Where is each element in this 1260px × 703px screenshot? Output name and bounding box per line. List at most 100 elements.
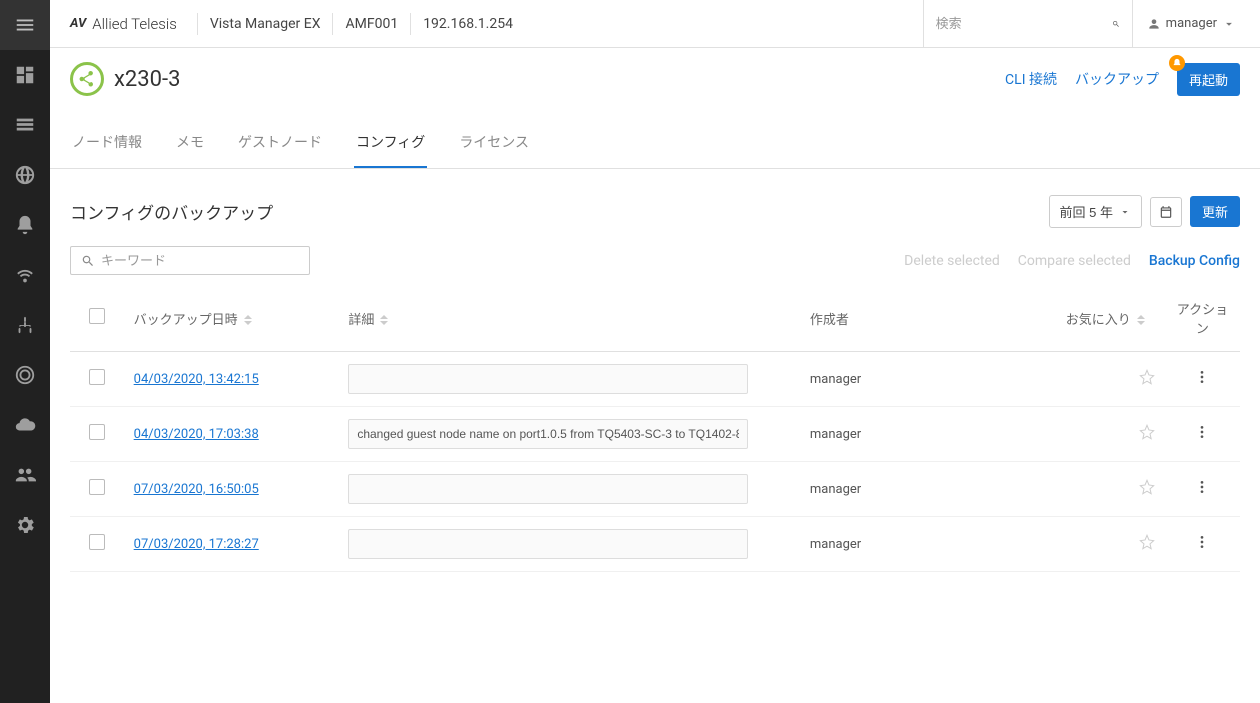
star-icon[interactable] bbox=[1139, 369, 1155, 385]
backup-date-link[interactable]: 04/03/2020, 17:03:38 bbox=[134, 427, 259, 442]
row-checkbox[interactable] bbox=[89, 424, 105, 440]
calendar-button[interactable] bbox=[1150, 197, 1182, 227]
star-icon[interactable] bbox=[1139, 534, 1155, 550]
col-creator: 作成者 bbox=[800, 285, 1036, 352]
select-all-checkbox[interactable] bbox=[89, 308, 105, 324]
cli-connect-link[interactable]: CLI 接続 bbox=[1005, 69, 1057, 89]
nav-hub[interactable] bbox=[0, 300, 50, 350]
bell-small-icon bbox=[1172, 58, 1182, 68]
detail-input[interactable] bbox=[348, 419, 748, 449]
creator-cell: manager bbox=[800, 352, 1036, 407]
tab-guest-node[interactable]: ゲストノード bbox=[236, 120, 324, 168]
nav-target[interactable] bbox=[0, 350, 50, 400]
user-name: manager bbox=[1166, 16, 1217, 31]
cloud-icon bbox=[14, 414, 36, 436]
creator-cell: manager bbox=[800, 517, 1036, 572]
node-title: x230-3 bbox=[114, 67, 180, 92]
detail-input[interactable] bbox=[348, 529, 748, 559]
sort-icon bbox=[1137, 315, 1145, 325]
row-menu-button[interactable] bbox=[1194, 424, 1210, 440]
nav-bell[interactable] bbox=[0, 200, 50, 250]
col-date[interactable]: バックアップ日時 bbox=[124, 285, 339, 352]
kebab-icon bbox=[1194, 479, 1210, 495]
globe-icon bbox=[14, 164, 36, 186]
share-icon bbox=[78, 70, 96, 88]
nav-users[interactable] bbox=[0, 450, 50, 500]
config-backup-section: コンフィグのバックアップ 前回 5 年 更新 Delete selected C… bbox=[50, 169, 1260, 572]
brand-logo: AV Allied Telesis bbox=[70, 15, 177, 33]
tab-memo[interactable]: メモ bbox=[174, 120, 206, 168]
node-actions: CLI 接続 バックアップ 再起動 bbox=[1005, 63, 1240, 96]
reboot-button[interactable]: 再起動 bbox=[1177, 63, 1240, 96]
row-checkbox[interactable] bbox=[89, 534, 105, 550]
page: x230-3 CLI 接続 バックアップ 再起動 ノード情報 メモ ゲストノード… bbox=[50, 48, 1260, 572]
star-icon[interactable] bbox=[1139, 479, 1155, 495]
tab-node-info[interactable]: ノード情報 bbox=[70, 120, 144, 168]
brand-mark: AV bbox=[70, 16, 92, 31]
backup-config-link[interactable]: Backup Config bbox=[1149, 253, 1240, 269]
tabs: ノード情報 メモ ゲストノード コンフィグ ライセンス bbox=[50, 120, 1260, 169]
reboot-label: 再起動 bbox=[1189, 73, 1228, 88]
person-icon bbox=[1147, 17, 1161, 31]
section-title: コンフィグのバックアップ bbox=[70, 199, 273, 224]
compare-selected-link[interactable]: Compare selected bbox=[1018, 253, 1131, 269]
row-menu-button[interactable] bbox=[1194, 369, 1210, 385]
date-range-button[interactable]: 前回 5 年 bbox=[1049, 195, 1142, 228]
row-menu-button[interactable] bbox=[1194, 479, 1210, 495]
creator-cell: manager bbox=[800, 407, 1036, 462]
menu-toggle[interactable] bbox=[0, 0, 50, 50]
kebab-icon bbox=[1194, 369, 1210, 385]
search-input[interactable] bbox=[936, 16, 1112, 31]
reboot-badge bbox=[1169, 55, 1185, 71]
search-box[interactable] bbox=[923, 0, 1133, 48]
crumb-app: Vista Manager EX bbox=[210, 16, 321, 32]
tab-config[interactable]: コンフィグ bbox=[354, 120, 427, 168]
sidebar bbox=[0, 0, 50, 703]
divider bbox=[197, 13, 198, 35]
header: AV Allied Telesis Vista Manager EX AMF00… bbox=[50, 0, 1260, 48]
backup-table: バックアップ日時 詳細 作成者 お気に入り アクション 04/03/2020, … bbox=[70, 285, 1240, 572]
nav-settings[interactable] bbox=[0, 500, 50, 550]
detail-input[interactable] bbox=[348, 474, 748, 504]
row-menu-button[interactable] bbox=[1194, 534, 1210, 550]
list-icon bbox=[14, 114, 36, 136]
nav-globe[interactable] bbox=[0, 150, 50, 200]
kebab-icon bbox=[1194, 424, 1210, 440]
chevron-down-icon bbox=[1222, 17, 1236, 31]
user-menu[interactable]: manager bbox=[1133, 16, 1250, 31]
col-detail[interactable]: 詳細 bbox=[338, 285, 800, 352]
row-checkbox[interactable] bbox=[89, 479, 105, 495]
users-icon bbox=[14, 464, 36, 486]
backup-date-link[interactable]: 07/03/2020, 17:28:27 bbox=[134, 537, 259, 552]
keyword-input[interactable] bbox=[101, 253, 299, 268]
star-icon[interactable] bbox=[1139, 424, 1155, 440]
keyword-search[interactable] bbox=[70, 246, 310, 275]
node-header: x230-3 CLI 接続 バックアップ 再起動 bbox=[50, 48, 1260, 106]
backup-link[interactable]: バックアップ bbox=[1075, 69, 1159, 89]
hub-icon bbox=[14, 314, 36, 336]
tab-license[interactable]: ライセンス bbox=[457, 120, 531, 168]
menu-icon bbox=[14, 14, 36, 36]
brand-text: Allied Telesis bbox=[92, 15, 177, 33]
divider bbox=[410, 13, 411, 35]
nav-cloud[interactable] bbox=[0, 400, 50, 450]
delete-selected-link[interactable]: Delete selected bbox=[904, 253, 1000, 269]
crumb-ip: 192.168.1.254 bbox=[423, 16, 513, 32]
creator-cell: manager bbox=[800, 462, 1036, 517]
nav-list[interactable] bbox=[0, 100, 50, 150]
update-button[interactable]: 更新 bbox=[1190, 196, 1240, 227]
calendar-icon bbox=[1159, 205, 1173, 219]
detail-input[interactable] bbox=[348, 364, 748, 394]
row-checkbox[interactable] bbox=[89, 369, 105, 385]
node-icon bbox=[70, 62, 104, 96]
wifi-icon bbox=[14, 264, 36, 286]
col-favorite[interactable]: お気に入り bbox=[1036, 285, 1165, 352]
table-row: 04/03/2020, 13:42:15 manager bbox=[70, 352, 1240, 407]
nav-dashboard[interactable] bbox=[0, 50, 50, 100]
crumb-site: AMF001 bbox=[345, 16, 398, 32]
backup-date-link[interactable]: 07/03/2020, 16:50:05 bbox=[134, 482, 259, 497]
target-icon bbox=[14, 364, 36, 386]
backup-date-link[interactable]: 04/03/2020, 13:42:15 bbox=[134, 372, 259, 387]
nav-wifi[interactable] bbox=[0, 250, 50, 300]
table-row: 07/03/2020, 17:28:27 manager bbox=[70, 517, 1240, 572]
